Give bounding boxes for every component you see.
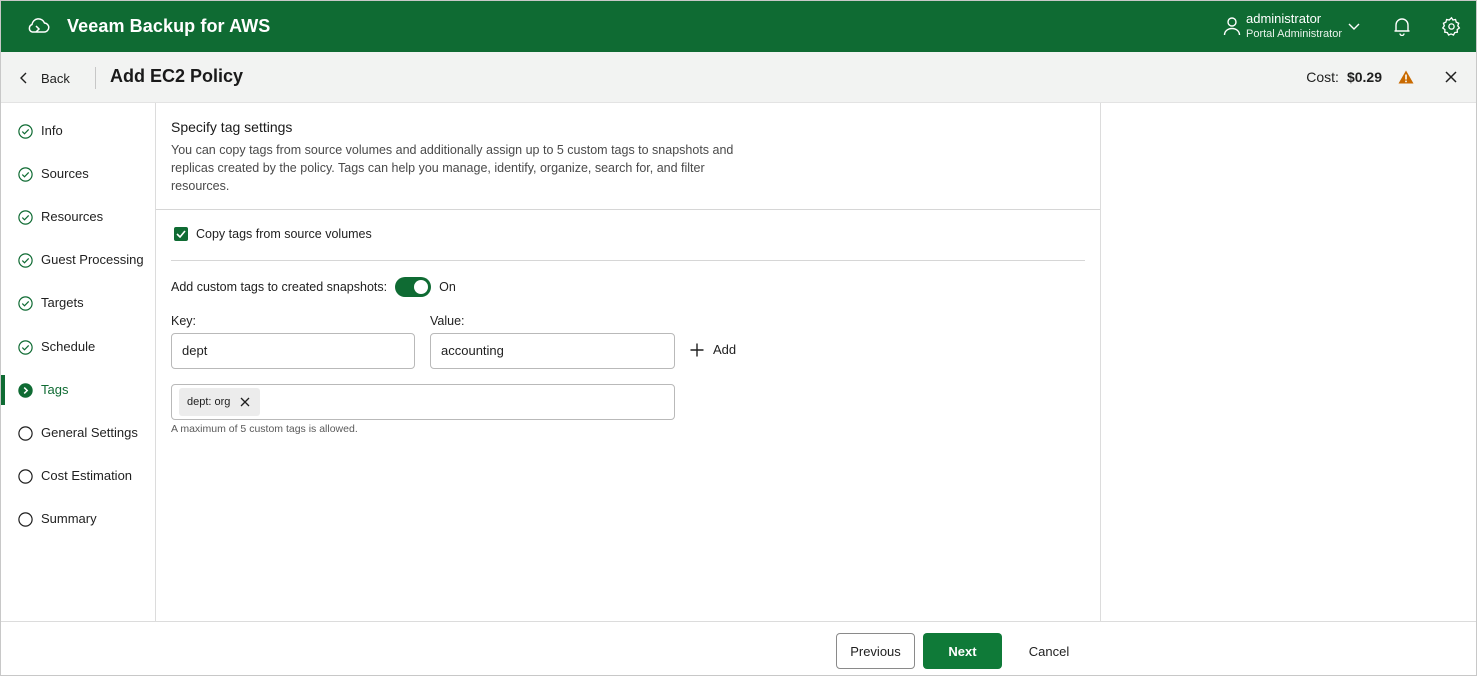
step-tags[interactable]: Tags <box>1 375 155 405</box>
value-label: Value: <box>430 314 465 328</box>
section-description: You can copy tags from source volumes an… <box>171 143 734 193</box>
wizard-steps: Info Sources Resources Guest Processing Targ… <box>1 103 156 621</box>
step-label: Tags <box>41 382 69 397</box>
remove-tag-icon[interactable] <box>240 397 250 407</box>
section-header: Specify tag settings You can copy tags f… <box>156 103 1100 210</box>
step-pending-icon <box>18 512 33 527</box>
step-label: Summary <box>41 511 97 526</box>
step-done-icon <box>18 124 33 139</box>
header-divider <box>95 67 96 89</box>
step-label: Info <box>41 123 63 138</box>
chevron-down-icon[interactable] <box>1347 19 1361 33</box>
previous-button[interactable]: Previous <box>836 633 915 669</box>
cost-value: $0.29 <box>1346 69 1382 85</box>
user-icon <box>1223 17 1241 36</box>
cloud-logo-icon <box>28 18 50 33</box>
step-label: Resources <box>41 209 104 224</box>
tags-list[interactable]: dept: org <box>171 384 675 420</box>
tag-chip: dept: org <box>179 388 261 416</box>
chevron-left-icon <box>20 72 27 84</box>
back-button[interactable]: Back <box>19 68 70 88</box>
custom-tags-row: Add custom tags to created snapshots: On <box>171 276 456 298</box>
section-title: Specify tag settings <box>171 119 293 135</box>
step-label: Targets <box>41 295 84 310</box>
step-pending-icon <box>18 426 33 441</box>
step-resources[interactable]: Resources <box>1 202 155 232</box>
step-info[interactable]: Info <box>1 116 155 146</box>
step-cost-estimation[interactable]: Cost Estimation <box>1 461 155 491</box>
user-name: administrator <box>1246 11 1322 26</box>
step-label: General Settings <box>41 425 138 440</box>
step-done-icon <box>18 167 33 182</box>
cost-label: Cost: <box>1306 69 1339 85</box>
key-label: Key: <box>171 314 197 328</box>
step-general-settings[interactable]: General Settings <box>1 418 155 448</box>
custom-tags-toggle[interactable] <box>395 277 432 297</box>
toggle-state-label: On <box>439 280 456 294</box>
gear-icon[interactable] <box>1441 16 1462 37</box>
step-current-icon <box>18 383 33 398</box>
warning-icon[interactable] <box>1398 70 1414 84</box>
step-done-icon <box>18 340 33 355</box>
back-label: Back <box>41 70 70 86</box>
app-window: Veeam Backup for AWS administrator Porta… <box>0 0 1477 676</box>
copy-tags-checkbox[interactable] <box>174 227 188 241</box>
top-bar: Veeam Backup for AWS administrator Porta… <box>1 1 1476 52</box>
user-role: Portal Administrator <box>1246 28 1342 40</box>
step-targets[interactable]: Targets <box>1 288 155 318</box>
step-pending-icon <box>18 469 33 484</box>
section-divider <box>171 260 1085 261</box>
step-done-icon <box>18 253 33 268</box>
step-summary[interactable]: Summary <box>1 504 155 534</box>
copy-tags-label: Copy tags from source volumes <box>196 227 372 241</box>
cost-display: Cost: $0.29 <box>1306 69 1414 85</box>
next-button[interactable]: Next <box>923 633 1002 669</box>
page-title: Add EC2 Policy <box>110 66 244 86</box>
step-label: Sources <box>41 166 89 181</box>
step-done-icon <box>18 296 33 311</box>
step-guest-processing[interactable]: Guest Processing <box>1 245 155 275</box>
step-label: Guest Processing <box>41 252 144 267</box>
page-header: Back Add EC2 Policy Cost: $0.29 <box>1 52 1476 103</box>
step-label: Cost Estimation <box>41 468 133 483</box>
step-label: Schedule <box>41 339 96 354</box>
wizard-footer: Previous Next Cancel <box>1 621 1476 675</box>
tags-hint: A maximum of 5 custom tags is allowed. <box>171 423 358 435</box>
step-done-icon <box>18 210 33 225</box>
key-input[interactable]: dept <box>171 333 415 369</box>
custom-tags-label: Add custom tags to created snapshots: <box>171 280 388 294</box>
value-input[interactable]: accounting <box>430 333 675 369</box>
copy-tags-option[interactable]: Copy tags from source volumes <box>174 227 372 241</box>
checkmark-icon <box>176 230 186 238</box>
close-icon[interactable] <box>1444 70 1458 84</box>
tag-chip-label: dept: org <box>187 396 231 408</box>
add-label: Add <box>713 342 737 357</box>
add-tag-button[interactable]: Add <box>690 342 736 357</box>
cancel-button[interactable]: Cancel <box>1019 633 1079 669</box>
step-schedule[interactable]: Schedule <box>1 332 155 362</box>
plus-icon <box>690 343 704 356</box>
toggle-knob <box>414 280 429 294</box>
app-title: Veeam Backup for AWS <box>67 16 271 36</box>
step-sources[interactable]: Sources <box>1 159 155 189</box>
main-panel: Specify tag settings You can copy tags f… <box>156 103 1101 621</box>
bell-icon[interactable] <box>1393 16 1411 36</box>
